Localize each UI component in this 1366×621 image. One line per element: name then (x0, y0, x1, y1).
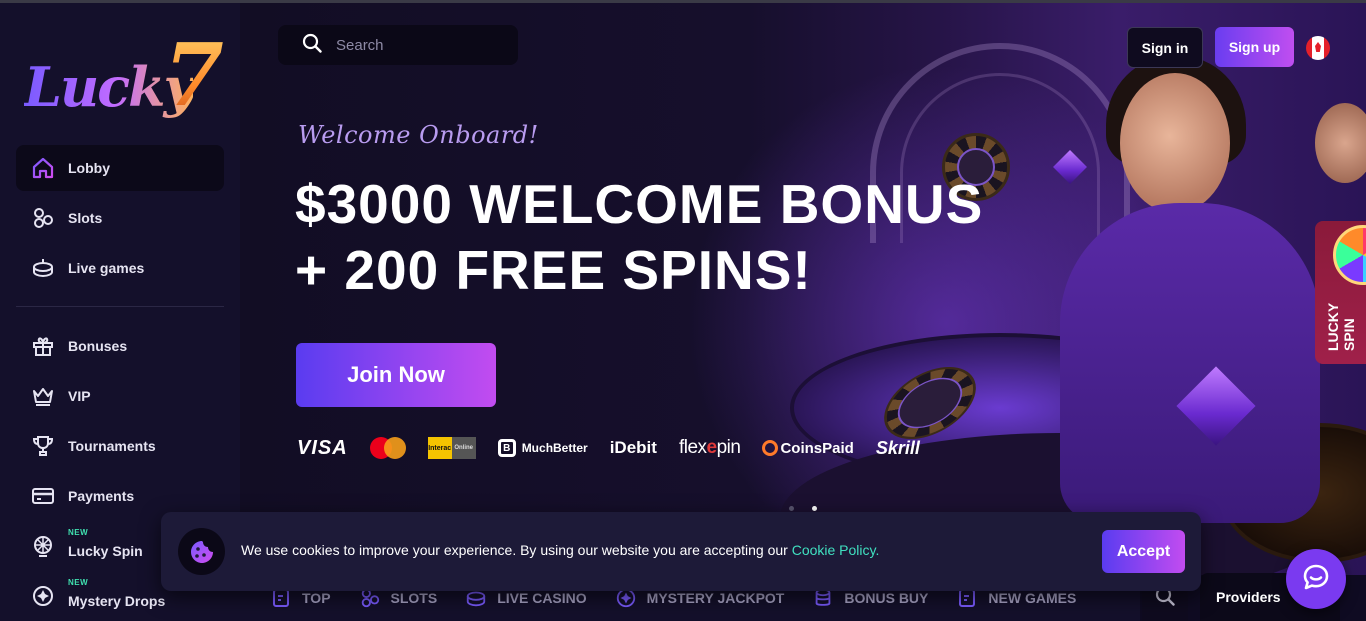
cookie-banner: We use cookies to improve your experienc… (161, 512, 1201, 591)
interac-logo: Interac Online (427, 437, 476, 459)
coinspaid-icon (762, 440, 779, 456)
live-chat-button[interactable] (1286, 549, 1346, 609)
sidebar-item-label: Mystery Drops (68, 593, 166, 609)
trophy-icon (30, 433, 56, 459)
idebit-logo: iDebit (609, 438, 657, 457)
sidebar-primary-nav: Lobby Slots Live games (16, 145, 224, 295)
sign-in-button[interactable]: Sign in (1127, 27, 1203, 68)
interac-online-label: Online (451, 437, 476, 459)
cookie-policy-link[interactable]: Cookie Policy. (792, 542, 880, 558)
logo-seven: 7 (164, 25, 224, 126)
visa-logo: VISA (297, 436, 348, 459)
sidebar-item-lobby[interactable]: Lobby (16, 145, 224, 191)
slots-icon (30, 205, 56, 231)
new-badge: NEW (68, 528, 89, 537)
welcome-tagline: Welcome Onboard! (298, 121, 539, 149)
bonus-headline: $3000 WELCOME BONUS + 200 FREE SPINS! (295, 171, 983, 303)
cookie-icon (178, 528, 225, 575)
sidebar-item-label: Tournaments (68, 438, 156, 454)
sidebar-item-label: Live games (68, 260, 145, 276)
join-now-button[interactable]: Join Now (296, 343, 496, 407)
crown-icon (30, 383, 56, 409)
sidebar-item-label: Lobby (68, 160, 110, 176)
card-icon (30, 483, 56, 509)
interac-label: Interac (427, 437, 452, 459)
carousel-dot-active[interactable] (812, 506, 817, 511)
sidebar-item-bonuses[interactable]: Bonuses (16, 323, 224, 369)
coinspaid-logo: CoinsPaid (762, 439, 854, 457)
mastercard-logo (369, 437, 406, 459)
sidebar-item-tournaments[interactable]: Tournaments (16, 423, 224, 469)
chat-icon (1301, 562, 1331, 597)
sidebar-divider (16, 306, 224, 307)
sidebar-item-label: Bonuses (68, 338, 128, 354)
hero-banner[interactable]: Sign in Sign up Welcome Onboard! $3000 W… (240, 0, 1366, 575)
muchbetter-label: MuchBetter (521, 441, 588, 455)
headline-line: $3000 WELCOME BONUS (295, 173, 984, 235)
muchbetter-logo: B MuchBetter (497, 439, 588, 457)
lucky-spin-label: LUCKY SPIN (1325, 302, 1357, 351)
lucky7-logo[interactable]: Lucky 7 (24, 25, 224, 126)
hostess-image (1120, 73, 1230, 213)
hostess-image (1060, 203, 1320, 523)
mystery-drops-icon (30, 583, 56, 609)
new-badge: NEW (68, 578, 89, 587)
sidebar-item-label: VIP (68, 388, 91, 404)
muchbetter-icon: B (497, 439, 516, 457)
carousel-pagination (789, 506, 835, 511)
headline-line: + 200 FREE SPINS! (295, 239, 812, 301)
flexepin-logo: flex e pin (678, 437, 741, 458)
gift-icon (30, 333, 56, 359)
sidebar-item-slots[interactable]: Slots (16, 195, 224, 241)
home-icon (30, 155, 56, 181)
accept-cookies-button[interactable]: Accept (1102, 530, 1185, 573)
sidebar-item-label: Lucky Spin (68, 543, 143, 559)
payment-methods: VISA Interac Online B MuchBetter iDebit f… (297, 433, 942, 463)
sidebar-item-live-games[interactable]: Live games (16, 245, 224, 291)
spin-wheel-icon (1333, 225, 1366, 285)
skrill-logo: Skrill (875, 437, 920, 458)
lucky-spin-tab[interactable]: LUCKY SPIN (1315, 221, 1366, 364)
carousel-dot[interactable] (789, 506, 794, 511)
sidebar-item-label: Payments (68, 488, 135, 504)
canada-flag-icon[interactable] (1306, 36, 1330, 60)
sidebar-item-vip[interactable]: VIP (16, 373, 224, 419)
search-icon (302, 33, 322, 58)
dealer-image (1315, 103, 1366, 183)
live-games-icon (30, 255, 56, 281)
search-input[interactable] (336, 36, 506, 54)
sidebar-item-label: Slots (68, 210, 103, 226)
cookie-message: We use cookies to improve your experienc… (241, 542, 880, 558)
spin-wheel-icon (30, 533, 56, 559)
casino-lobby-page: Lucky 7 Lobby Slots Live games Bonuses V… (0, 0, 1366, 621)
sign-up-button[interactable]: Sign up (1215, 27, 1294, 67)
coinspaid-label: CoinsPaid (780, 439, 854, 457)
search-bar[interactable] (278, 25, 518, 65)
